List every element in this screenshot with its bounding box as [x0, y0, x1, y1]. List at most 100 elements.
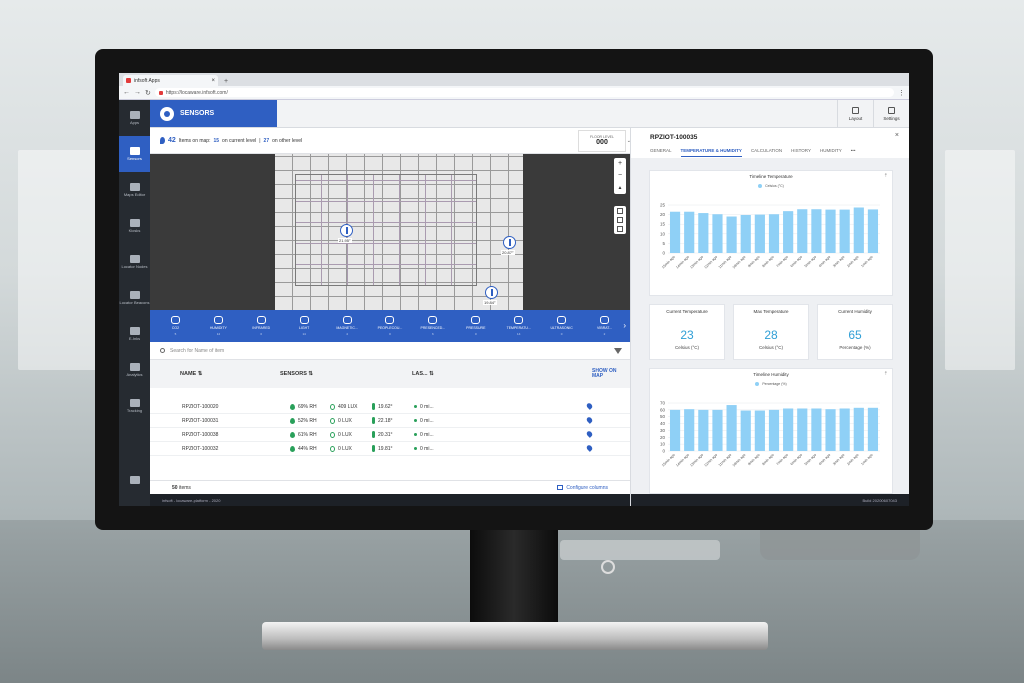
- search-input[interactable]: Search for Name of item: [170, 348, 224, 354]
- browser-tab[interactable]: infsoft Apps ×: [123, 75, 218, 86]
- kpi-value: 28: [764, 328, 778, 342]
- humidity-icon: [290, 403, 295, 410]
- sidebar-item-analytics[interactable]: Analytics: [119, 352, 150, 388]
- show-on-map-icon[interactable]: [586, 403, 593, 410]
- detail-tab-2[interactable]: CALCULATION: [751, 148, 782, 157]
- category-1[interactable]: HUMIDITY 14: [197, 316, 240, 336]
- 3d-view-icon[interactable]: [617, 217, 623, 223]
- sensor-marker[interactable]: [485, 286, 498, 299]
- filter-icon[interactable]: [614, 347, 622, 354]
- column-header-last[interactable]: LAS... ⇅: [412, 371, 592, 377]
- y-tick-label: 10: [660, 231, 666, 236]
- forward-icon[interactable]: →: [134, 89, 141, 96]
- detail-tab-3[interactable]: HISTORY: [791, 148, 811, 157]
- table-row[interactable]: RPZIOT-100038 61% RH 0 LUX 20.31° 0 mi...: [150, 428, 630, 442]
- sensor-marker[interactable]: [340, 224, 353, 237]
- left-panel: 42 Items on map: 15 on current level | 2…: [150, 128, 631, 506]
- category-6[interactable]: PRESENCED... 6: [411, 316, 454, 336]
- column-header-name[interactable]: NAME ⇅: [150, 371, 280, 377]
- sidebar-item-maps-editor[interactable]: Maps Editor: [119, 172, 150, 208]
- category-2[interactable]: INFRARED 0: [240, 316, 283, 336]
- camera-icon[interactable]: [617, 226, 623, 232]
- show-on-map-icon[interactable]: [586, 445, 593, 452]
- settings-button[interactable]: Settings: [873, 100, 909, 127]
- column-header-sensors[interactable]: SENSORS ⇅: [280, 371, 412, 377]
- detail-tab-5[interactable]: •••: [851, 148, 856, 157]
- x-tick-label: 6min ago: [790, 453, 803, 466]
- layout-button[interactable]: Layout: [837, 100, 873, 127]
- category-label: ULTRASONIC: [550, 326, 573, 330]
- show-on-map-icon[interactable]: [586, 417, 593, 424]
- sidebar-item-e-inks[interactable]: E-Inks: [119, 316, 150, 352]
- bar: [684, 409, 695, 451]
- ruler-icon[interactable]: [617, 208, 623, 214]
- category-0[interactable]: CO2 5: [154, 316, 197, 336]
- category-label: CO2: [171, 326, 180, 330]
- chevron-right-icon[interactable]: ›: [623, 321, 626, 330]
- thermometer-icon: [372, 417, 375, 424]
- bar: [669, 211, 681, 253]
- floor-map[interactable]: 21.95° 20.87° 19.84° + − ▲: [150, 154, 630, 310]
- sidebar-item-sensors[interactable]: Sensors: [119, 136, 150, 172]
- floor-level-select[interactable]: FLOOR LEVEL 000 ⌄: [578, 129, 631, 152]
- zoom-out-button[interactable]: −: [618, 170, 622, 182]
- browser-menu-icon[interactable]: ⋮: [898, 89, 905, 97]
- row-name: RPZIOT-100020: [182, 403, 219, 410]
- sidebar-item-apps[interactable]: Apps: [119, 100, 150, 136]
- category-3[interactable]: LIGHT 14: [283, 316, 326, 336]
- sidebar-item-label: Analytics: [126, 371, 143, 377]
- table-row[interactable]: RPZIOT-100032 44% RH 0 LUX 19.81° 0 mi...: [150, 442, 630, 456]
- close-icon[interactable]: ×: [895, 132, 899, 139]
- sidebar-item-locator-nodes[interactable]: Locator Nodes: [119, 244, 150, 280]
- table-row[interactable]: RPZIOT-100031 52% RH 0 LUX 22.18° 0 mi...: [150, 414, 630, 428]
- detail-tab-1[interactable]: TEMPERATURE & HUMIDITY: [680, 148, 742, 157]
- bar: [712, 409, 723, 451]
- sidebar-item-tracking[interactable]: Tracking: [119, 388, 150, 424]
- new-tab-button[interactable]: +: [224, 78, 228, 85]
- bar: [726, 216, 737, 253]
- category-9[interactable]: ULTRASONIC 0: [540, 316, 583, 336]
- back-icon[interactable]: ←: [123, 89, 130, 96]
- content: 42 Items on map: 15 on current level | 2…: [150, 128, 909, 506]
- show-on-map-icon[interactable]: [586, 431, 593, 438]
- zoom-in-button[interactable]: +: [618, 158, 622, 170]
- chart-menu-icon[interactable]: ⇡: [884, 173, 888, 179]
- sensor-marker[interactable]: [503, 236, 516, 249]
- close-tab-icon[interactable]: ×: [211, 78, 215, 84]
- sidebar-item-label: Locator Beacons: [119, 299, 150, 305]
- detail-tab-0[interactable]: GENERAL: [650, 148, 672, 157]
- map-icon: [129, 182, 140, 191]
- detail-tab-4[interactable]: HUMIDITY: [820, 148, 842, 157]
- monitor-stand: [470, 530, 558, 630]
- kpi-unit: Celsius (°C): [674, 345, 700, 350]
- category-4[interactable]: MAGNETIC... 4: [326, 316, 369, 336]
- sidebar-item-kiosks[interactable]: Kiosks: [119, 208, 150, 244]
- temperature-reading: 20.31°: [372, 431, 414, 438]
- search-row: Search for Name of item: [150, 342, 630, 360]
- humidity-reading: 69% RH: [290, 403, 330, 410]
- table-row[interactable]: RPZIOT-100020 69% RH 409 LUX 19.62° 0 mi...: [150, 400, 630, 414]
- reload-icon[interactable]: ↻: [145, 89, 151, 97]
- category-icon: [471, 316, 481, 324]
- url-field[interactable]: https://locaware.infsoft.com/: [154, 88, 894, 97]
- bar: [740, 214, 751, 253]
- category-label: MAGNETIC...: [336, 326, 358, 330]
- category-7[interactable]: PRESSURE 0: [454, 316, 497, 336]
- category-8[interactable]: TEMPERATU... 14: [497, 316, 540, 336]
- y-tick-label: 20: [660, 435, 666, 440]
- compass-icon[interactable]: ▲: [618, 182, 623, 194]
- category-5[interactable]: PEOPLECOU... 0: [369, 316, 412, 336]
- other-level-label: on other level: [272, 137, 303, 144]
- category-10[interactable]: VIBRAT... 2: [583, 316, 626, 336]
- category-icon: [557, 316, 567, 324]
- chart-menu-icon[interactable]: ⇡: [884, 371, 888, 377]
- bar: [797, 408, 808, 451]
- sidebar-item-locator-beacons[interactable]: Locator Beacons: [119, 280, 150, 316]
- humidity-reading: 61% RH: [290, 431, 330, 438]
- x-tick-label: 15min ago: [661, 453, 676, 468]
- configure-columns-button[interactable]: Configure columns: [557, 485, 608, 491]
- logout-button[interactable]: [119, 470, 150, 490]
- row-name: RPZIOT-100031: [182, 417, 219, 424]
- power-button[interactable]: [601, 560, 615, 574]
- category-count: 14: [302, 332, 306, 336]
